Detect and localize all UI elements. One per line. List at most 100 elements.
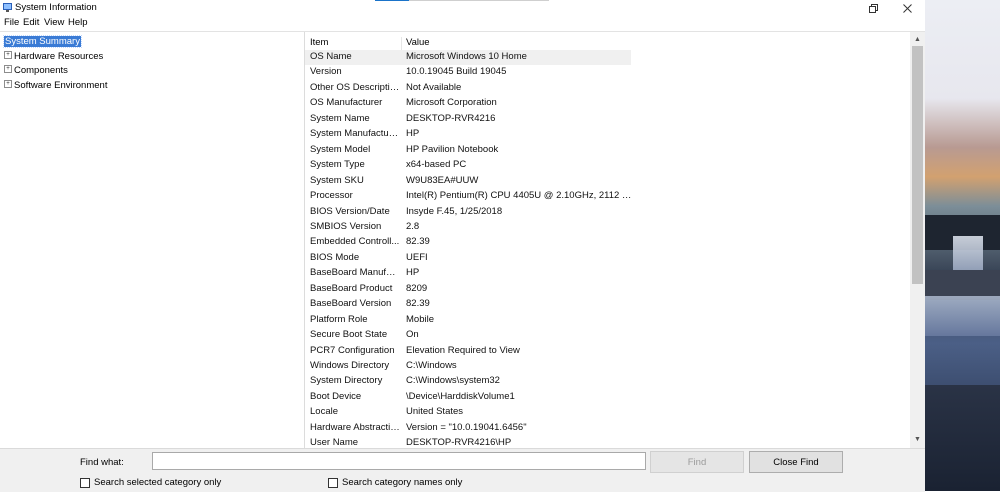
table-row[interactable]: BIOS Version/Date Insyde F.45, 1/25/2018 [305, 205, 631, 220]
row-item-cell: Embedded Controll... [310, 236, 400, 248]
taskbar-indicator [375, 0, 409, 1]
row-item-cell: Other OS Description [310, 81, 400, 93]
row-value-cell: United States [406, 406, 464, 418]
row-item-cell: User Name [310, 437, 359, 448]
row-item-cell: Secure Boot State [310, 329, 388, 341]
row-item-cell: Platform Role [310, 313, 368, 325]
row-value-cell: HP [406, 128, 420, 140]
table-row[interactable]: System Name DESKTOP-RVR4216 [305, 112, 631, 127]
table-row[interactable]: System Manufacturer HP [305, 127, 631, 142]
row-value-cell: C:\Windows\system32 [406, 375, 500, 387]
expand-plus-icon[interactable]: + [4, 65, 12, 74]
row-item-cell: System Manufacturer [310, 128, 400, 140]
table-row[interactable]: OS Name Microsoft Windows 10 Home [305, 50, 631, 65]
row-item-cell: OS Name [310, 51, 352, 62]
row-value-cell: x64-based PC [406, 159, 467, 171]
find-bar: Find what: Find Close Find Search select… [0, 448, 925, 492]
column-header-value[interactable]: Value [406, 37, 430, 48]
row-value-cell: HP [406, 267, 420, 279]
table-row[interactable]: Secure Boot State On [305, 328, 631, 343]
row-value-cell: 82.39 [406, 236, 430, 248]
table-row[interactable]: BaseBoard Product 8209 [305, 282, 631, 297]
table-row[interactable]: System Directory C:\Windows\system32 [305, 374, 631, 389]
menu-edit[interactable]: Edit [23, 17, 39, 28]
find-what-input[interactable] [152, 452, 646, 470]
scroll-down-arrow-icon[interactable]: ▼ [910, 434, 925, 446]
row-item-cell: System Directory [310, 375, 383, 387]
row-value-cell: 2.8 [406, 220, 420, 232]
tree-item-software-environment[interactable]: + Software Environment [4, 79, 107, 92]
wallpaper-waterfall [925, 296, 1000, 336]
table-row[interactable]: User Name DESKTOP-RVR4216\HP [305, 436, 631, 448]
table-row[interactable]: BIOS Mode UEFI [305, 251, 631, 266]
wallpaper-waterfall [953, 236, 983, 272]
system-information-window: System Information File Edit View Help S… [0, 0, 925, 492]
menu-view[interactable]: View [44, 17, 64, 28]
row-value-cell: Not Available [406, 81, 462, 93]
row-item-cell: System Type [310, 159, 365, 171]
table-row[interactable]: Windows Directory C:\Windows [305, 359, 631, 374]
row-value-cell: Microsoft Corporation [406, 97, 497, 109]
scroll-thumb[interactable] [912, 46, 923, 284]
table-row[interactable]: Version 10.0.19045 Build 19045 [305, 65, 631, 80]
row-item-cell: OS Manufacturer [310, 97, 383, 109]
tree-item-components[interactable]: + Components [4, 64, 68, 77]
column-header-item[interactable]: Item [310, 37, 328, 48]
restore-button[interactable] [858, 0, 888, 16]
vertical-scrollbar[interactable]: ▲ ▼ [910, 32, 925, 448]
table-row[interactable]: Hardware Abstractio... Version = "10.0.19… [305, 421, 631, 436]
expand-plus-icon[interactable]: + [4, 80, 12, 89]
table-row[interactable]: Boot Device \Device\HarddiskVolume1 [305, 390, 631, 405]
table-row[interactable]: Processor Intel(R) Pentium(R) CPU 4405U @… [305, 189, 636, 204]
checkbox-box[interactable] [328, 477, 338, 488]
row-item-cell: Locale [310, 406, 338, 418]
row-value-cell: C:\Windows [406, 360, 457, 371]
row-value-cell: \Device\HarddiskVolume1 [406, 390, 515, 402]
table-row[interactable]: System SKU W9U83EA#UUW [305, 174, 631, 189]
scroll-up-arrow-icon[interactable]: ▲ [910, 34, 925, 46]
title-bar[interactable]: System Information [0, 0, 925, 16]
taskbar-indicator-track [409, 0, 549, 1]
table-row[interactable]: Locale United States [305, 405, 631, 420]
tree-item-label: Components [14, 65, 68, 76]
search-category-names-checkbox[interactable]: Search category names only [328, 477, 462, 488]
row-item-cell: Version [310, 66, 342, 78]
row-value-cell: 82.39 [406, 298, 430, 310]
row-item-cell: Windows Directory [310, 360, 390, 371]
expand-plus-icon[interactable]: + [4, 51, 12, 60]
table-row[interactable]: SMBIOS Version 2.8 [305, 220, 631, 235]
table-row[interactable]: System Model HP Pavilion Notebook [305, 143, 631, 158]
restore-icon [868, 3, 878, 13]
checkbox-label: Search selected category only [94, 477, 222, 488]
table-row[interactable]: OS Manufacturer Microsoft Corporation [305, 96, 631, 111]
close-button[interactable] [892, 0, 922, 16]
menu-file[interactable]: File [4, 17, 19, 28]
row-item-cell: BaseBoard Product [310, 282, 393, 294]
row-item-cell: BIOS Version/Date [310, 205, 390, 217]
list-header: Item Value [305, 35, 910, 50]
table-row[interactable]: Other OS Description Not Available [305, 81, 631, 96]
row-item-cell: BaseBoard Version [310, 298, 392, 310]
tree-item-system-summary[interactable]: System Summary [3, 35, 82, 48]
tree-item-hardware-resources[interactable]: + Hardware Resources [4, 50, 103, 63]
table-row[interactable]: Embedded Controll... 82.39 [305, 235, 631, 250]
table-row[interactable]: PCR7 Configuration Elevation Required to … [305, 344, 631, 359]
menu-help[interactable]: Help [68, 17, 88, 28]
details-list[interactable]: Item Value OS Name Microsoft Windows 10 H… [305, 32, 910, 448]
checkbox-box[interactable] [80, 477, 90, 488]
column-separator[interactable] [401, 37, 402, 50]
row-item-cell: Boot Device [310, 390, 362, 402]
category-tree[interactable]: System Summary + Hardware Resources + Comp… [0, 32, 305, 448]
table-row[interactable]: BaseBoard Manufact... HP [305, 266, 631, 281]
close-find-button[interactable]: Close Find [749, 451, 843, 473]
row-value-cell: Microsoft Windows 10 Home [406, 51, 527, 62]
find-button[interactable]: Find [650, 451, 744, 473]
row-item-cell: System Model [310, 143, 371, 155]
row-value-cell: HP Pavilion Notebook [406, 143, 499, 155]
search-selected-category-checkbox[interactable]: Search selected category only [80, 477, 221, 488]
table-row[interactable]: BaseBoard Version 82.39 [305, 297, 631, 312]
table-row[interactable]: System Type x64-based PC [305, 158, 631, 173]
wallpaper-shadow [925, 385, 1000, 491]
table-row[interactable]: Platform Role Mobile [305, 313, 631, 328]
window-title: System Information [15, 2, 97, 13]
